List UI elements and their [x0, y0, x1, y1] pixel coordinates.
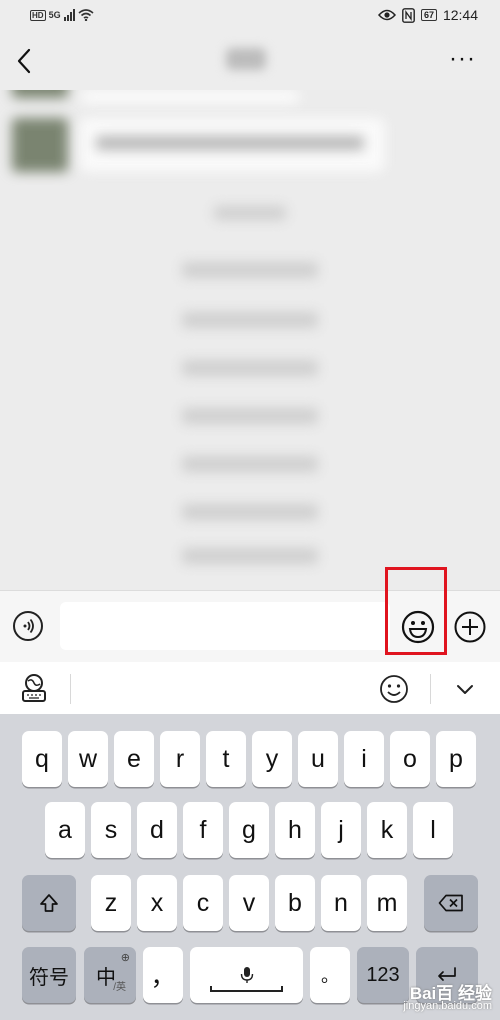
eye-icon — [377, 9, 396, 21]
key-s[interactable]: s — [91, 802, 131, 858]
space-bar-line — [210, 986, 283, 992]
key-x[interactable]: x — [137, 875, 177, 931]
hd-badge: HD — [30, 9, 46, 21]
space-key[interactable] — [190, 947, 303, 1003]
mic-icon — [240, 967, 253, 983]
language-switch-key[interactable]: ⊕ 中 /英 — [84, 947, 136, 1003]
system-message — [182, 312, 318, 328]
backspace-key[interactable] — [424, 875, 478, 931]
avatar — [12, 90, 68, 98]
avatar — [12, 118, 68, 172]
globe-icon: ⊕ — [120, 952, 130, 964]
key-k[interactable]: k — [367, 802, 407, 858]
key-z[interactable]: z — [91, 875, 131, 931]
emoji-icon[interactable] — [379, 674, 409, 704]
message-bubble — [80, 90, 300, 104]
chevron-down-icon[interactable] — [454, 678, 476, 700]
key-y[interactable]: y — [252, 731, 292, 787]
key-t[interactable]: t — [206, 731, 246, 787]
symbols-key[interactable]: 符号 — [22, 947, 76, 1003]
key-b[interactable]: b — [275, 875, 315, 931]
shift-key[interactable] — [22, 875, 76, 931]
key-a[interactable]: a — [45, 802, 85, 858]
status-left: HD 5G — [30, 9, 94, 21]
baidu-watermark: Bai百 经验 jingyan.baidu.com — [403, 984, 492, 1012]
system-message — [214, 206, 286, 220]
number-label: 123 — [366, 963, 400, 986]
voice-icon — [23, 618, 34, 634]
key-u[interactable]: u — [298, 731, 338, 787]
key-e[interactable]: e — [114, 731, 154, 787]
comma-label: ， — [150, 963, 176, 991]
key-f[interactable]: f — [183, 802, 223, 858]
backspace-icon — [438, 894, 463, 912]
comma-key[interactable]: ， — [143, 947, 183, 1003]
clock: 12:44 — [442, 7, 478, 23]
enter-icon — [438, 967, 456, 981]
toolbar-divider — [430, 674, 431, 704]
system-message — [182, 504, 318, 520]
shift-icon — [40, 894, 58, 912]
key-d[interactable]: d — [137, 802, 177, 858]
network-label: 5G — [48, 10, 61, 20]
message-input[interactable] — [60, 602, 390, 650]
back-arrow-icon[interactable] — [14, 46, 36, 76]
language-sub-label: /英 — [113, 982, 126, 993]
key-r[interactable]: r — [160, 731, 200, 787]
system-message — [182, 548, 318, 564]
emoji-button-highlight — [385, 567, 447, 655]
status-bar: HD 5G 67 12:44 — [0, 0, 500, 34]
key-l[interactable]: l — [413, 802, 453, 858]
key-o[interactable]: o — [390, 731, 430, 787]
system-message — [182, 408, 318, 424]
more-dots-icon[interactable]: ··· — [449, 47, 476, 71]
status-right: 67 12:44 — [377, 7, 478, 23]
symbols-label: 符号 — [29, 966, 69, 989]
key-v[interactable]: v — [229, 875, 269, 931]
key-j[interactable]: j — [321, 802, 361, 858]
chat-header: ··· — [0, 34, 500, 90]
watermark-main: Bai百 经验 — [409, 984, 492, 1003]
key-n[interactable]: n — [321, 875, 361, 931]
system-message — [182, 262, 318, 278]
system-message — [182, 360, 318, 376]
number-switch-key[interactable]: 123 — [357, 947, 409, 1003]
chat-history — [0, 90, 500, 590]
system-message — [182, 456, 318, 472]
keyboard: q w e r t y u i o p a s d f g h j k l z … — [0, 714, 500, 1020]
plus-icon[interactable] — [454, 611, 486, 643]
key-q[interactable]: q — [22, 731, 62, 787]
key-m[interactable]: m — [367, 875, 407, 931]
keyboard-toolbar — [0, 662, 500, 714]
watermark-sub: jingyan.baidu.com — [403, 1000, 492, 1012]
key-g[interactable]: g — [229, 802, 269, 858]
message-text-blurred — [96, 136, 364, 150]
key-w[interactable]: w — [68, 731, 108, 787]
keyboard-settings-icon[interactable] — [20, 673, 48, 703]
period-key[interactable]: 。 — [310, 947, 350, 1003]
key-i[interactable]: i — [344, 731, 384, 787]
wifi-icon — [78, 9, 94, 21]
voice-button[interactable] — [13, 611, 43, 641]
period-label: 。 — [321, 966, 339, 986]
toolbar-divider — [70, 674, 71, 704]
key-h[interactable]: h — [275, 802, 315, 858]
battery-indicator: 67 — [420, 9, 437, 21]
nfc-icon — [402, 7, 415, 23]
key-c[interactable]: c — [183, 875, 223, 931]
chat-title-blurred — [226, 48, 266, 70]
signal-icon — [63, 9, 75, 21]
key-p[interactable]: p — [436, 731, 476, 787]
